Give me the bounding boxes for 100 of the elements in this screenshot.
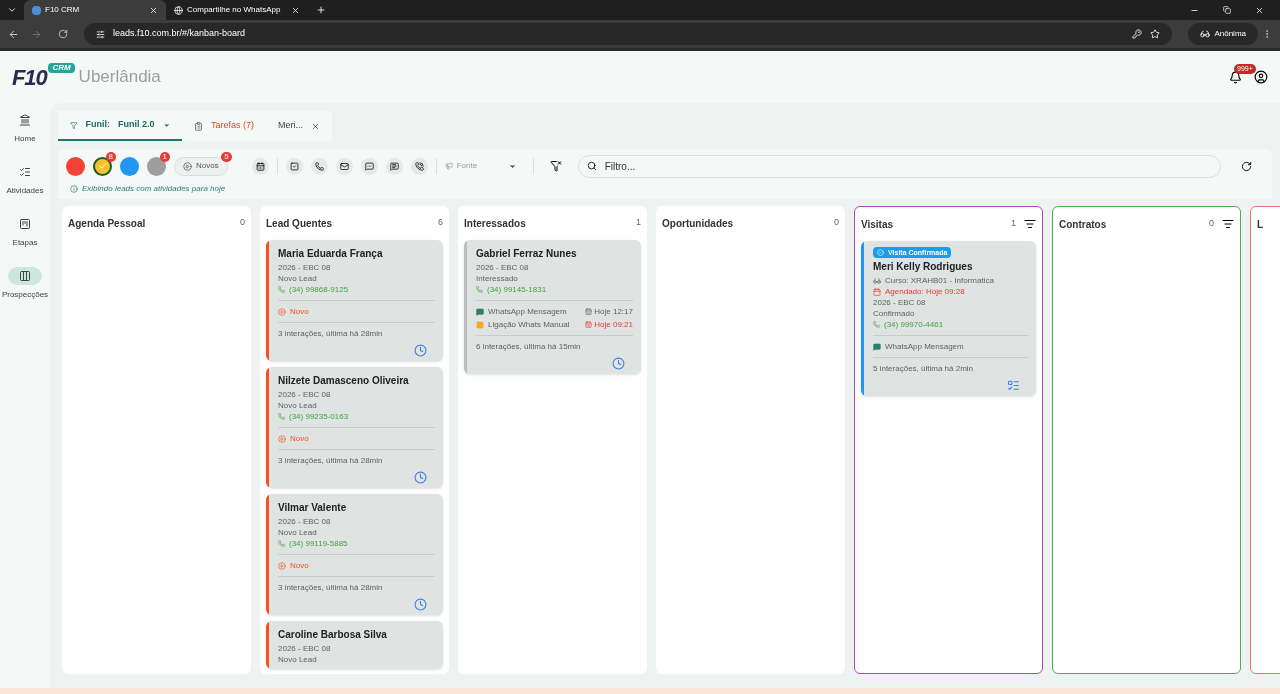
- clock-icon[interactable]: [414, 344, 427, 357]
- lead-name: Gabriel Ferraz Nunes: [476, 247, 578, 261]
- interactions-text: 3 interações, última há 28min: [278, 583, 383, 592]
- reload-icon[interactable]: [58, 29, 68, 39]
- tab-list-icon[interactable]: [7, 5, 17, 15]
- message-icon: [476, 307, 484, 316]
- schedule-text: Agendado: Hoje 09:28: [885, 286, 965, 297]
- color-filter[interactable]: [66, 156, 85, 176]
- clock-icon[interactable]: [612, 357, 625, 370]
- info-text: Exibindo leads com atividades para hoje: [82, 183, 226, 195]
- account-icon[interactable]: [1254, 70, 1268, 84]
- column-title: Interessados: [464, 216, 527, 231]
- sidebar-item[interactable]: Prospecções: [1, 267, 49, 301]
- column-count: 1: [636, 216, 641, 230]
- site-info-icon[interactable]: [96, 29, 105, 39]
- bell-icon[interactable]: [1229, 70, 1242, 84]
- browser-tab[interactable]: F10 CRM: [24, 0, 166, 20]
- count-badge: 8: [105, 151, 116, 162]
- phone-text: (34) 99145-1831: [487, 284, 547, 295]
- phone-icon: [278, 540, 285, 547]
- sidebar-item[interactable]: Etapas: [8, 215, 42, 249]
- message-icon: [389, 161, 399, 171]
- logo-text: F10: [12, 63, 47, 92]
- interactions-text: 3 interações, última há 28min: [278, 329, 383, 338]
- color-filter[interactable]: [93, 156, 112, 176]
- message-icon: [873, 342, 881, 351]
- lead-card[interactable]: Caroline Barbosa Silva 2026 - EBC 08 Novo Lead: [266, 621, 443, 669]
- play-icon: [183, 161, 192, 171]
- view-tab[interactable]: Meri...: [266, 111, 333, 141]
- close-icon[interactable]: [291, 5, 300, 15]
- key-icon[interactable]: [1132, 29, 1143, 39]
- calendar-button[interactable]: [251, 157, 269, 175]
- search-field[interactable]: Filtro...: [577, 154, 1221, 178]
- filter-button[interactable]: [335, 157, 353, 175]
- close-icon[interactable]: [149, 5, 158, 15]
- phone-call-icon: [414, 161, 424, 171]
- lead-card[interactable]: Gabriel Ferraz Nunes 2026 - EBC 08 Interessado (34) 99145-1831 WhatsApp Mensagem Hoje 12:17 Ligação Whats Manual Hoje 09:21 6 interações, última há 15min: [464, 240, 641, 374]
- kanban-icon: [19, 218, 31, 230]
- group-text: 2026 - EBC 08: [278, 516, 332, 527]
- browser-tab[interactable]: Compartilhe no WhatsApp: [166, 0, 308, 20]
- clear-filter-icon[interactable]: [549, 160, 562, 172]
- close-icon[interactable]: [1255, 5, 1264, 15]
- lead-card[interactable]: Nilzete Damasceno Oliveira 2026 - EBC 08 Novo Lead (34) 99235-0163 Novo 3 interações, última há 28min: [266, 367, 443, 488]
- logo-tag: CRM: [48, 62, 75, 73]
- play-icon: [278, 434, 286, 443]
- phone-icon: [314, 161, 324, 171]
- edit-list-icon[interactable]: [1007, 379, 1020, 392]
- view-tab[interactable]: Tarefas (7): [182, 111, 266, 141]
- course-text: Curso: XRAHB01 - Informatica: [885, 275, 994, 286]
- check-icon: [877, 249, 884, 256]
- lead-card[interactable]: Vilmar Valente 2026 - EBC 08 Novo Lead (34) 99119-5885 Novo 3 interações, última há 28min: [266, 494, 443, 615]
- city-title: Uberlândia: [78, 66, 161, 89]
- filter-button[interactable]: [360, 157, 378, 175]
- calendar-icon: [255, 161, 265, 171]
- phone-icon: [873, 321, 880, 328]
- sidebar-item[interactable]: Atividades: [6, 163, 44, 197]
- lead-name: Vilmar Valente: [278, 501, 348, 515]
- interactions-text: 5 interações, última há 2min: [873, 364, 974, 373]
- lead-card[interactable]: Maria Eduarda França 2026 - EBC 08 Novo Lead (34) 99868-9125 Novo 3 interações, última há 28min: [266, 240, 443, 361]
- column-count: 0: [240, 216, 245, 230]
- column-count: 0: [1209, 217, 1214, 231]
- clock-icon[interactable]: [414, 471, 427, 484]
- column-title: Contratos: [1059, 217, 1108, 232]
- filter-icon[interactable]: [1222, 218, 1234, 230]
- group-text: 2026 - EBC 08: [278, 389, 332, 400]
- bank-icon: [19, 114, 31, 126]
- status-text: Novo: [290, 560, 309, 571]
- columns-icon: [19, 270, 31, 282]
- refresh-icon[interactable]: [1241, 160, 1252, 172]
- stage-text: Novo Lead: [278, 400, 318, 411]
- lead-name: Maria Eduarda França: [278, 247, 384, 261]
- calendar-icon: [585, 308, 593, 315]
- status-text: Novo: [290, 306, 309, 317]
- group-text: 2026 - EBC 08: [278, 262, 332, 273]
- filter-button[interactable]: [310, 157, 328, 175]
- stage-text: Confirmado: [873, 308, 916, 319]
- filter-button[interactable]: [385, 157, 403, 175]
- back-icon[interactable]: [8, 28, 19, 40]
- play-icon: [278, 561, 286, 570]
- star-icon[interactable]: [1150, 29, 1161, 39]
- filter-icon[interactable]: [1024, 218, 1036, 230]
- address-bar[interactable]: leads.f10.com.br/#/kanban-board: [84, 23, 1173, 45]
- column-title: L: [1257, 217, 1265, 232]
- group-text: 2026 - EBC 08: [476, 262, 530, 273]
- list-icon: [194, 121, 203, 131]
- new-tab-icon[interactable]: [316, 5, 326, 15]
- lead-name: Caroline Barbosa Silva: [278, 628, 388, 642]
- color-filter[interactable]: [120, 156, 139, 176]
- restore-icon[interactable]: [1223, 6, 1231, 14]
- interactions-text: 6 interações, última há 15min: [476, 342, 581, 351]
- glasses-icon: [873, 276, 881, 285]
- clock-icon[interactable]: [414, 598, 427, 611]
- sidebar-item[interactable]: Home: [8, 111, 42, 145]
- color-filter[interactable]: [147, 156, 166, 176]
- megaphone-icon: [444, 162, 453, 170]
- filter-button[interactable]: [410, 157, 428, 175]
- profile-chip[interactable]: Anônima: [1188, 23, 1258, 45]
- phone-icon: [476, 286, 483, 293]
- globe-icon: [174, 5, 183, 15]
- view-tab[interactable]: Funil: Funil 2.0: [58, 111, 182, 141]
